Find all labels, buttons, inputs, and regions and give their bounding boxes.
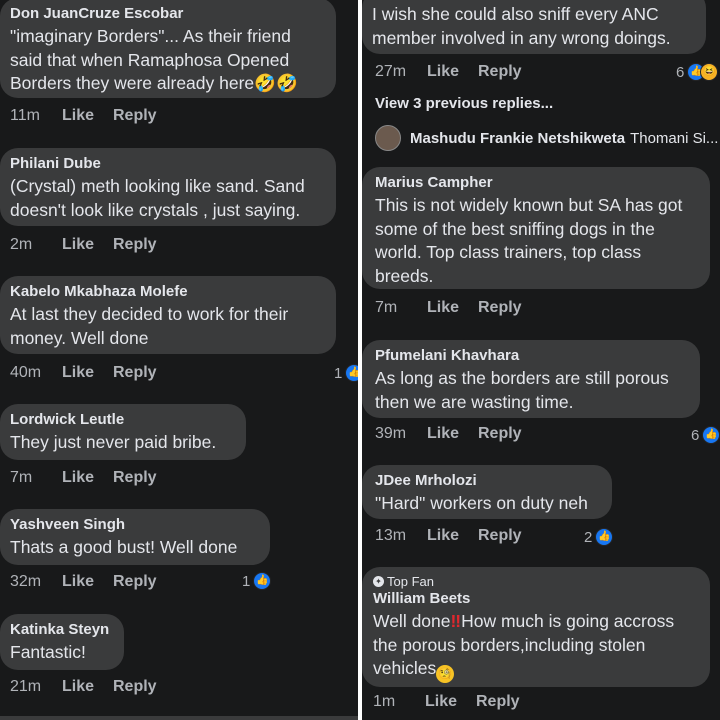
comment-actions: 11m Like Reply <box>10 107 157 125</box>
comment-time[interactable]: 2m <box>10 236 62 254</box>
comment-text: Well done‼How much is going accross the … <box>373 610 698 683</box>
comment-author[interactable]: Katinka Steyn <box>10 620 112 640</box>
thumbs-up-icon: 👍 <box>595 528 614 546</box>
comment-time[interactable]: 7m <box>375 299 427 317</box>
reaction-count[interactable]: 6 👍 <box>691 426 720 444</box>
comment-author[interactable]: William Beets <box>373 589 698 609</box>
reaction-count[interactable]: 1 👍 <box>334 364 358 382</box>
comment-bubble: Katinka Steyn Fantastic! <box>0 614 124 670</box>
comment-actions: 2m Like Reply <box>10 236 157 254</box>
haha-icon: 😆 <box>700 63 719 81</box>
comment-actions: 7m Like Reply <box>10 469 157 487</box>
comment-author[interactable]: Marius Campher <box>375 173 698 193</box>
like-button[interactable]: Like <box>425 693 476 711</box>
comment-actions: 1m Like Reply <box>373 693 520 711</box>
reply-button[interactable]: Reply <box>113 573 157 591</box>
comment-author[interactable]: Yashveen Singh <box>10 515 258 535</box>
comment-actions: 27m Like Reply <box>375 63 522 81</box>
like-button[interactable]: Like <box>62 678 113 696</box>
comment-text: This is not widely known but SA has got … <box>375 195 683 286</box>
comment-text: I wish she could also sniff every ANC me… <box>372 4 671 48</box>
comment-text: Fantastic! <box>10 642 86 662</box>
comment-bubble: Don JuanCruze Escobar "imaginary Borders… <box>0 0 336 98</box>
reply-button[interactable]: Reply <box>113 236 157 254</box>
comment-author[interactable]: Philani Dube <box>10 154 324 174</box>
reaction-count[interactable]: 1 👍 <box>242 572 272 590</box>
like-button[interactable]: Like <box>62 107 113 125</box>
right-comments-column: I wish she could also sniff every ANC me… <box>362 0 720 720</box>
like-button[interactable]: Like <box>62 236 113 254</box>
comment-text: At last they decided to work for their m… <box>10 304 289 348</box>
thumbs-up-icon: 👍 <box>702 426 720 444</box>
comment-bubble: Kabelo Mkabhaza Molefe At last they deci… <box>0 276 336 354</box>
thumbs-up-icon: 👍 <box>345 364 358 382</box>
comment-actions: 32m Like Reply <box>10 573 157 591</box>
like-button[interactable]: Like <box>427 63 478 81</box>
comment-text: "imaginary Borders"... As their friend s… <box>10 26 298 93</box>
comment-text: (Crystal) meth looking like sand. Sand d… <box>10 176 305 220</box>
comment-time[interactable]: 39m <box>375 425 427 443</box>
comment-actions: 40m Like Reply <box>10 364 157 382</box>
comment-bubble: Philani Dube (Crystal) meth looking like… <box>0 148 336 226</box>
reply-button[interactable]: Reply <box>113 469 157 487</box>
comment-time[interactable]: 11m <box>10 107 62 125</box>
comment-bubble: Yashveen Singh Thats a good bust! Well d… <box>0 509 270 565</box>
comment-bubble: Pfumelani Khavhara As long as the border… <box>362 340 700 418</box>
reply-button[interactable]: Reply <box>476 693 520 711</box>
like-button[interactable]: Like <box>427 527 478 545</box>
reply-preview[interactable]: Mashudu Frankie Netshikweta Thomani Si..… <box>375 125 718 151</box>
comment-text: "Hard" workers on duty neh <box>375 493 588 513</box>
like-button[interactable]: Like <box>62 364 113 382</box>
reply-preview-name: Mashudu Frankie Netshikweta <box>410 129 626 147</box>
avatar <box>375 125 401 151</box>
top-fan-icon: ✦ <box>373 576 384 587</box>
comment-text: Thats a good bust! Well done <box>10 537 238 557</box>
view-previous-replies-link[interactable]: View 3 previous replies... <box>375 95 553 112</box>
reaction-count[interactable]: 2 👍 <box>584 528 614 546</box>
reply-button[interactable]: Reply <box>113 107 157 125</box>
next-comment-edge <box>0 716 358 720</box>
comment-bubble: ✦ Top Fan William Beets Well done‼How muc… <box>362 567 710 687</box>
thumbs-up-icon: 👍 <box>253 572 272 590</box>
comment-time[interactable]: 32m <box>10 573 62 591</box>
reply-button[interactable]: Reply <box>478 63 522 81</box>
comment-bubble: Marius Campher This is not widely known … <box>362 167 710 289</box>
like-button[interactable]: Like <box>427 299 478 317</box>
comment-actions: 39m Like Reply <box>375 425 522 443</box>
face-with-monocle-icon: 🧐 <box>436 665 455 683</box>
comment-time[interactable]: 21m <box>10 678 62 696</box>
reply-preview-text: Thomani Si... <box>630 129 719 147</box>
comment-bubble: JDee Mrholozi "Hard" workers on duty neh <box>362 465 612 519</box>
reply-button[interactable]: Reply <box>478 425 522 443</box>
comment-actions: 13m Like Reply <box>375 527 522 545</box>
like-button[interactable]: Like <box>427 425 478 443</box>
double-exclamation-icon: ‼ <box>450 611 462 631</box>
reply-button[interactable]: Reply <box>113 364 157 382</box>
laughing-emoji-icon: 🤣🤣 <box>254 73 298 93</box>
comment-author[interactable]: Don JuanCruze Escobar <box>10 4 324 24</box>
comment-actions: 21m Like Reply <box>10 678 157 696</box>
top-fan-badge: ✦ Top Fan <box>373 574 698 589</box>
comment-author[interactable]: Pfumelani Khavhara <box>375 346 688 366</box>
reaction-count[interactable]: 6 👍 😆 <box>676 63 719 81</box>
comment-author[interactable]: Kabelo Mkabhaza Molefe <box>10 282 324 302</box>
left-comments-column: Don JuanCruze Escobar "imaginary Borders… <box>0 0 358 720</box>
reply-button[interactable]: Reply <box>478 527 522 545</box>
comment-author[interactable]: JDee Mrholozi <box>375 471 600 491</box>
comment-text: They just never paid bribe. <box>10 432 217 452</box>
comment-time[interactable]: 40m <box>10 364 62 382</box>
comment-actions: 7m Like Reply <box>375 299 522 317</box>
comment-bubble: I wish she could also sniff every ANC me… <box>362 0 706 54</box>
comment-time[interactable]: 1m <box>373 693 425 711</box>
comment-time[interactable]: 13m <box>375 527 427 545</box>
comment-time[interactable]: 7m <box>10 469 62 487</box>
reply-button[interactable]: Reply <box>478 299 522 317</box>
like-button[interactable]: Like <box>62 469 113 487</box>
reply-button[interactable]: Reply <box>113 678 157 696</box>
comment-text: As long as the borders are still porous … <box>375 368 669 412</box>
like-button[interactable]: Like <box>62 573 113 591</box>
comment-bubble: Lordwick Leutle They just never paid bri… <box>0 404 246 460</box>
comment-author[interactable]: Lordwick Leutle <box>10 410 234 430</box>
comment-time[interactable]: 27m <box>375 63 427 81</box>
